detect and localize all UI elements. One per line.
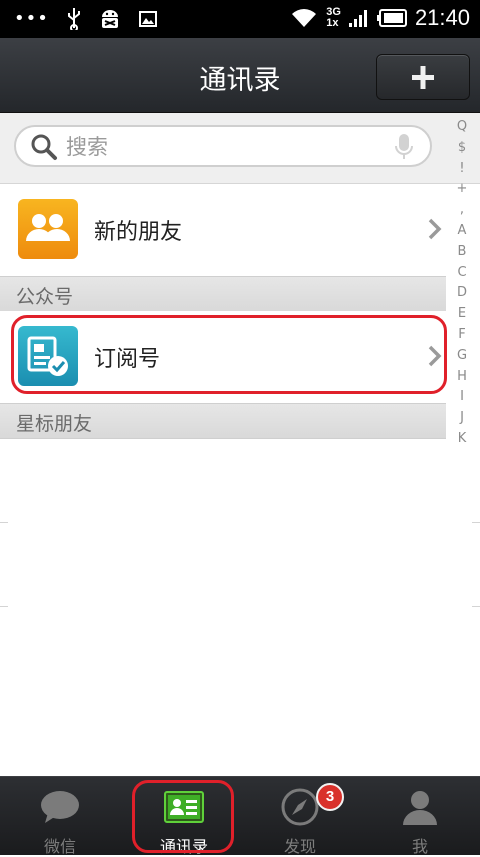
- clock: 21:40: [414, 5, 470, 30]
- title-bar: 通讯录: [0, 38, 480, 113]
- section-label: 公众号: [16, 286, 74, 308]
- search-input[interactable]: [66, 133, 366, 161]
- edge-tick: [0, 606, 8, 607]
- contacts-tab-highlight: [132, 780, 234, 853]
- chevron-right-icon: [428, 218, 442, 240]
- index-letter[interactable]: $: [458, 138, 466, 159]
- compass-icon: [281, 788, 319, 826]
- usb-icon: [67, 8, 80, 30]
- section-header-starred-friends: 星标朋友: [0, 403, 446, 439]
- index-letter[interactable]: B: [458, 242, 467, 263]
- index-letter[interactable]: F: [458, 325, 465, 346]
- search-icon: [31, 134, 57, 160]
- index-letter[interactable]: E: [458, 304, 466, 325]
- index-letter[interactable]: D: [457, 283, 467, 304]
- section-header-official-accounts: 公众号: [0, 276, 446, 312]
- network-indicator: 3G 1x: [326, 7, 341, 29]
- people-icon: [18, 199, 78, 259]
- battery-icon: [376, 9, 407, 27]
- tab-label: 微信: [43, 837, 76, 856]
- signal-icon: [348, 10, 367, 27]
- discover-badge: 3: [316, 783, 344, 811]
- index-letter[interactable]: H: [457, 367, 467, 388]
- edge-tick: [472, 522, 480, 523]
- new-friends-label: 新的朋友: [94, 220, 183, 245]
- network-type-bottom: 1x: [326, 17, 339, 29]
- wifi-icon: [292, 9, 317, 27]
- new-friends-row[interactable]: 新的朋友: [0, 184, 446, 276]
- search-box[interactable]: [14, 125, 432, 167]
- tab-me[interactable]: 我: [360, 777, 480, 856]
- overflow-dots: •••: [14, 8, 49, 29]
- edge-tick: [472, 606, 480, 607]
- tab-label: 我: [411, 837, 428, 856]
- index-letter[interactable]: Q: [457, 117, 467, 138]
- index-letter[interactable]: C: [457, 263, 466, 284]
- image-icon: [138, 11, 157, 27]
- index-letter[interactable]: J: [460, 408, 464, 429]
- status-bar-right: 3G 1x 21:40: [290, 6, 470, 30]
- person-icon: [403, 791, 437, 825]
- tab-label: 发现: [283, 837, 316, 856]
- status-bar-left: •••: [14, 8, 157, 30]
- index-letter[interactable]: !: [459, 159, 464, 180]
- plus-icon: [412, 66, 434, 89]
- section-label: 星标朋友: [16, 413, 93, 435]
- status-bar: ••• 3G 1x 21:40: [0, 0, 480, 38]
- subscriptions-highlight: [11, 315, 447, 394]
- tab-bar: 微信 通讯录 发现 我: [0, 776, 480, 856]
- mic-icon[interactable]: [394, 133, 414, 161]
- android-debug-icon: [101, 10, 118, 28]
- tab-chats[interactable]: 微信: [0, 777, 120, 856]
- alphabet-index[interactable]: Q $! +, A B C D E F G H I J K: [449, 117, 475, 450]
- index-letter[interactable]: +: [457, 179, 468, 200]
- index-letter[interactable]: G: [457, 346, 467, 367]
- index-letter[interactable]: A: [458, 221, 467, 242]
- index-letter[interactable]: I: [460, 387, 464, 408]
- index-letter[interactable]: K: [458, 429, 467, 450]
- search-area: [0, 113, 480, 184]
- index-letter[interactable]: ,: [460, 200, 464, 221]
- add-contact-button[interactable]: [376, 54, 470, 100]
- edge-tick: [0, 522, 8, 523]
- tab-discover[interactable]: 发现: [240, 777, 360, 856]
- chat-bubble-icon: [41, 791, 79, 823]
